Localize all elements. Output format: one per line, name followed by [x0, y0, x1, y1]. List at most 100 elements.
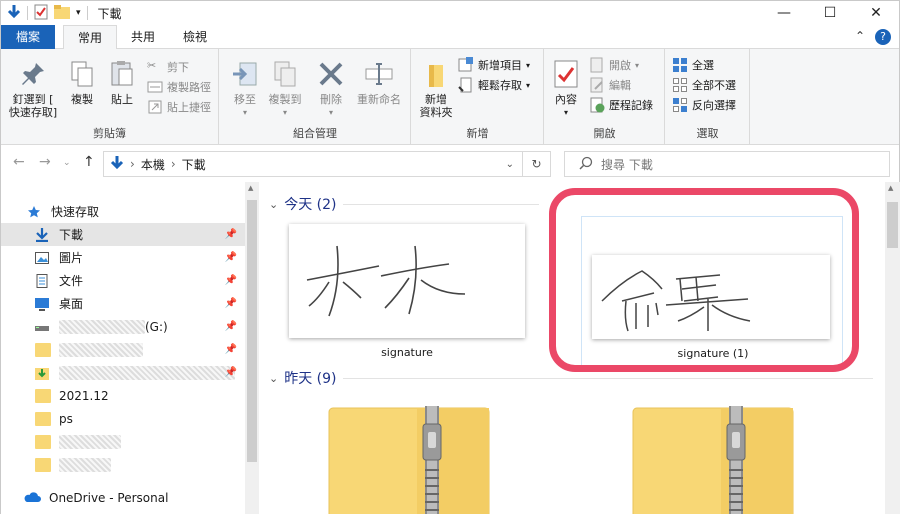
- rename-button[interactable]: 重新命名: [352, 53, 406, 106]
- move-to-button[interactable]: 移至 ▾: [228, 53, 262, 119]
- properties-quick-icon[interactable]: [34, 4, 48, 23]
- nav-item-label: 桌面: [59, 297, 84, 311]
- edit-button[interactable]: 編輯: [589, 75, 653, 95]
- copy-to-button[interactable]: 複製到 ▾: [266, 53, 304, 119]
- scroll-up-icon[interactable]: ▲: [888, 184, 893, 192]
- zip-folder-item[interactable]: [327, 406, 491, 514]
- nav-item-label: ps: [59, 411, 73, 426]
- select-none-button[interactable]: 全部不選: [672, 75, 736, 95]
- cut-button[interactable]: ✂ 剪下: [147, 57, 211, 77]
- nav-quick-access[interactable]: 快速存取: [1, 200, 245, 223]
- pin-quick-access-button[interactable]: 釘選到 [ 快速存取]: [5, 53, 61, 119]
- up-arrow-icon[interactable]: ↑: [83, 154, 95, 170]
- recent-locations-chevron-icon[interactable]: ⌄: [63, 158, 71, 168]
- minimize-button[interactable]: —: [761, 1, 807, 25]
- nav-item-documents[interactable]: 文件 📌: [1, 269, 245, 292]
- move-to-label: 移至: [234, 93, 256, 106]
- properties-check-icon: [551, 59, 581, 89]
- content-scrollbar-thumb[interactable]: [887, 202, 898, 248]
- file-item[interactable]: signature: [281, 218, 533, 364]
- refresh-button[interactable]: ↻: [523, 151, 551, 177]
- nav-item-pictures[interactable]: 圖片 📌: [1, 246, 245, 269]
- paste-button[interactable]: 貼上: [103, 53, 141, 106]
- search-box[interactable]: 搜尋 下載: [564, 151, 890, 177]
- open-button[interactable]: 開啟 ▾: [589, 55, 653, 75]
- pin-icon[interactable]: 📌: [225, 275, 237, 286]
- edit-label: 編輯: [609, 79, 631, 92]
- clipboard-group: 釘選到 [ 快速存取] 複製 貼上 ✂ 剪下 複製路徑 貼上捷徑 剪貼簿: [1, 49, 219, 145]
- documents-icon: [35, 273, 51, 288]
- nav-item-blurred-folder[interactable]: 📌: [1, 338, 245, 361]
- easy-access-button[interactable]: 輕鬆存取 ▾: [458, 75, 530, 95]
- tab-home[interactable]: 常用: [63, 25, 118, 49]
- nav-scrollbar[interactable]: ▲: [245, 182, 259, 514]
- file-list: ⌄ 今天 (2) signature signature (1) ⌄ 昨天 (9…: [259, 182, 885, 514]
- zip-folder-icon: [328, 406, 490, 514]
- download-icon: [35, 227, 51, 242]
- paste-shortcut-icon: [147, 99, 163, 115]
- pin-icon[interactable]: 📌: [225, 229, 237, 240]
- select-all-button[interactable]: 全選: [672, 55, 736, 75]
- nav-item-drive[interactable]: (G:) 📌: [1, 315, 245, 338]
- new-folder-button[interactable]: 新增 資料夾: [416, 53, 456, 119]
- group-header-yesterday[interactable]: ⌄ 昨天 (9): [269, 368, 873, 388]
- history-button[interactable]: 歷程記錄: [589, 95, 653, 115]
- help-icon[interactable]: ?: [875, 29, 891, 45]
- close-button[interactable]: ✕: [853, 1, 899, 25]
- ribbon-controls: ⌃ ?: [855, 29, 891, 45]
- address-bar[interactable]: › 本機 › 下載 ⌄: [103, 151, 523, 177]
- group-header-today[interactable]: ⌄ 今天 (2): [269, 194, 539, 214]
- tab-view[interactable]: 檢視: [169, 25, 221, 49]
- breadcrumb-downloads[interactable]: 下載: [182, 156, 206, 173]
- nav-item-blurred-folder[interactable]: 📌: [1, 361, 245, 384]
- tab-file[interactable]: 檔案: [1, 25, 55, 49]
- nav-item-blurred-folder[interactable]: [1, 430, 245, 453]
- folder-download-icon: [35, 366, 51, 380]
- nav-item-folder-ps[interactable]: ps: [1, 407, 245, 430]
- download-location-icon: [110, 155, 124, 174]
- properties-button[interactable]: 內容 ▾: [551, 53, 581, 119]
- delete-button[interactable]: 刪除 ▾: [316, 53, 346, 119]
- refresh-icon: ↻: [531, 157, 542, 171]
- clipboard-group-label: 剪貼簿: [93, 127, 126, 140]
- pin-icon[interactable]: 📌: [225, 298, 237, 309]
- new-folder-quick-icon[interactable]: [54, 4, 70, 22]
- navigation-pane: 快速存取 下載 📌 圖片 📌 文件 📌 桌面 📌 (G:) 📌 📌 📌 2021…: [1, 182, 259, 514]
- tab-share[interactable]: 共用: [117, 25, 169, 49]
- customize-quick-access-icon[interactable]: ▾: [76, 8, 81, 18]
- scroll-up-icon[interactable]: ▲: [248, 184, 253, 192]
- content-scrollbar[interactable]: ▲: [885, 182, 900, 514]
- collapse-ribbon-icon[interactable]: ⌃: [855, 29, 865, 45]
- maximize-button[interactable]: ☐: [807, 1, 853, 25]
- pin-icon[interactable]: 📌: [225, 367, 237, 378]
- nav-item-label: 文件: [59, 274, 84, 288]
- select-none-icon: [672, 77, 688, 93]
- nav-item-onedrive[interactable]: OneDrive - Personal: [1, 486, 245, 509]
- zip-folder-item[interactable]: [631, 406, 795, 514]
- nav-item-folder-2021[interactable]: 2021.12: [1, 384, 245, 407]
- properties-label: 內容: [555, 93, 577, 106]
- pin-icon[interactable]: 📌: [225, 321, 237, 332]
- pin-icon[interactable]: 📌: [225, 252, 237, 263]
- nav-item-desktop[interactable]: 桌面 📌: [1, 292, 245, 315]
- nav-item-blurred-folder[interactable]: [1, 453, 245, 476]
- invert-selection-button[interactable]: 反向選擇: [672, 95, 736, 115]
- pin-icon: [18, 59, 48, 89]
- new-group-label: 新增: [466, 127, 489, 140]
- back-arrow-icon[interactable]: ←: [13, 154, 25, 170]
- pin-label: 釘選到 [ 快速存取]: [8, 93, 58, 119]
- address-dropdown-icon[interactable]: ⌄: [506, 159, 514, 170]
- pin-icon[interactable]: 📌: [225, 344, 237, 355]
- breadcrumb-this-pc[interactable]: 本機: [141, 156, 165, 173]
- paste-shortcut-button[interactable]: 貼上捷徑: [147, 97, 211, 117]
- nav-scrollbar-thumb[interactable]: [247, 200, 257, 462]
- copy-button[interactable]: 複製: [63, 53, 101, 106]
- new-item-button[interactable]: 新增項目 ▾: [458, 55, 530, 75]
- nav-item-blurred-label: [59, 434, 121, 449]
- forward-arrow-icon[interactable]: →: [39, 154, 51, 170]
- select-all-icon: [672, 57, 688, 73]
- nav-item-downloads[interactable]: 下載 📌: [1, 223, 245, 246]
- copy-path-button[interactable]: 複製路徑: [147, 77, 211, 97]
- folder-icon: [35, 434, 51, 449]
- organize-group: 移至 ▾ 複製到 ▾ 刪除 ▾ 重新命名 組合管理: [220, 49, 411, 145]
